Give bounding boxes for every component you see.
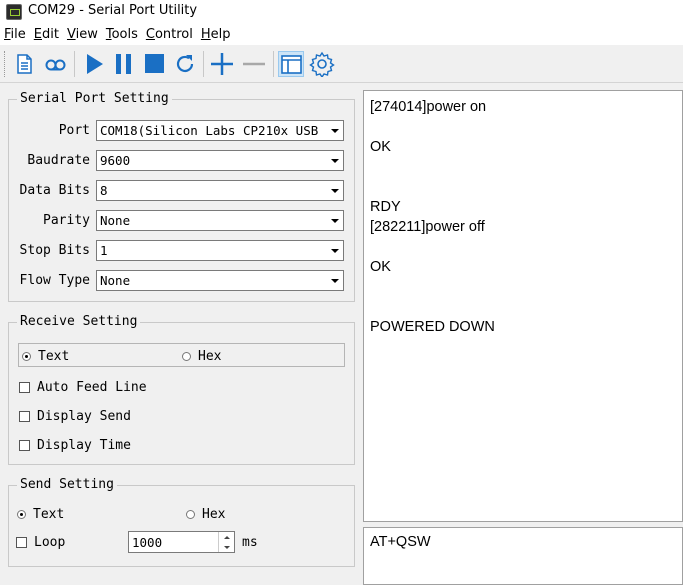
chevron-down-icon[interactable] [327, 211, 343, 230]
data-bits-value: 8 [100, 183, 108, 198]
send-setting-group: Send Setting [8, 477, 355, 567]
interval-unit: ms [242, 535, 258, 550]
parity-value: None [100, 213, 131, 228]
menu-bar: File Edit View Tools Control Help [0, 25, 683, 45]
checkbox-icon [19, 411, 30, 422]
radio-unchecked-icon [186, 510, 195, 519]
receive-hex-radio[interactable]: Hex [182, 349, 221, 364]
menu-view[interactable]: View [67, 25, 98, 45]
receive-text-label: Text [38, 349, 70, 364]
radio-checked-icon [17, 510, 26, 519]
log-line: OK [370, 139, 391, 155]
chevron-down-icon[interactable] [327, 241, 343, 260]
receive-textarea[interactable]: [274014]power on OK RDY [282211]power of… [363, 90, 683, 522]
chevron-down-icon[interactable] [327, 181, 343, 200]
send-hex-label: Hex [202, 507, 226, 522]
loop-checkbox[interactable]: Loop [16, 535, 65, 550]
receive-setting-title: Receive Setting [17, 314, 141, 329]
menu-tools[interactable]: Tools [106, 25, 138, 45]
serial-port-title: Serial Port Setting [17, 91, 172, 106]
data-bits-select[interactable]: 8 [96, 180, 344, 201]
remove-icon[interactable] [241, 51, 267, 77]
baudrate-select[interactable]: 9600 [96, 150, 344, 171]
chevron-down-icon[interactable] [327, 151, 343, 170]
menu-help[interactable]: Help [201, 25, 231, 45]
log-line: RDY [370, 199, 401, 215]
flow-type-select[interactable]: None [96, 270, 344, 291]
receive-text-radio[interactable]: Text [22, 349, 69, 364]
menu-file[interactable]: File [4, 25, 26, 45]
baudrate-label: Baudrate [27, 153, 90, 168]
toolbar-grip[interactable] [4, 51, 7, 77]
display-time-label: Display Time [37, 438, 131, 453]
title-bar: COM29 - Serial Port Utility [0, 0, 683, 25]
display-send-label: Display Send [37, 409, 131, 424]
app-icon [6, 4, 22, 20]
log-line: OK [370, 259, 391, 275]
parity-label: Parity [43, 213, 90, 228]
send-hex-radio[interactable]: Hex [186, 507, 225, 522]
toolbar [0, 45, 683, 83]
settings-icon[interactable] [309, 51, 335, 77]
parity-select[interactable]: None [96, 210, 344, 231]
radio-unchecked-icon [182, 352, 191, 361]
loop-interval-value: 1000 [132, 535, 163, 550]
new-document-icon[interactable] [11, 51, 37, 77]
log-line: POWERED DOWN [370, 319, 495, 335]
stop-bits-select[interactable]: 1 [96, 240, 344, 261]
display-send-checkbox[interactable]: Display Send [19, 409, 131, 424]
loop-interval-stepper[interactable]: 1000 [128, 531, 235, 553]
display-time-checkbox[interactable]: Display Time [19, 438, 131, 453]
checkbox-icon [19, 382, 30, 393]
stop-bits-label: Stop Bits [19, 243, 90, 258]
port-label: Port [58, 123, 90, 138]
send-input-text: AT+QSW [370, 534, 431, 550]
data-bits-label: Data Bits [19, 183, 90, 198]
menu-edit[interactable]: Edit [34, 25, 59, 45]
send-text-radio[interactable]: Text [17, 507, 64, 522]
stop-icon[interactable] [142, 51, 168, 77]
window-title: COM29 - Serial Port Utility [28, 3, 198, 18]
checkbox-icon [19, 440, 30, 451]
log-line: [274014]power on [370, 99, 487, 115]
spin-up-icon[interactable] [219, 532, 234, 542]
port-select[interactable]: COM18(Silicon Labs CP210x USB [96, 120, 344, 141]
radio-checked-icon [22, 352, 31, 361]
baudrate-value: 9600 [100, 153, 131, 168]
loop-icon[interactable] [42, 51, 68, 77]
send-setting-title: Send Setting [17, 477, 117, 492]
auto-feed-line-checkbox[interactable]: Auto Feed Line [19, 380, 147, 395]
menu-control[interactable]: Control [146, 25, 193, 45]
pause-icon[interactable] [111, 51, 137, 77]
spin-down-icon[interactable] [219, 542, 234, 552]
refresh-icon[interactable] [172, 51, 198, 77]
flow-type-value: None [100, 273, 131, 288]
stop-bits-value: 1 [100, 243, 108, 258]
port-value: COM18(Silicon Labs CP210x USB [100, 123, 319, 138]
send-text-label: Text [33, 507, 65, 522]
play-icon[interactable] [81, 51, 107, 77]
add-icon[interactable] [209, 51, 235, 77]
flow-type-label: Flow Type [19, 273, 90, 288]
auto-feed-line-label: Auto Feed Line [37, 380, 147, 395]
window-icon[interactable] [278, 51, 304, 77]
checkbox-icon [16, 537, 27, 548]
send-input[interactable]: AT+QSW [363, 527, 683, 585]
loop-label: Loop [34, 535, 66, 550]
log-line: [282211]power off [370, 219, 485, 235]
receive-hex-label: Hex [198, 349, 222, 364]
chevron-down-icon[interactable] [327, 271, 343, 290]
chevron-down-icon[interactable] [327, 121, 343, 140]
